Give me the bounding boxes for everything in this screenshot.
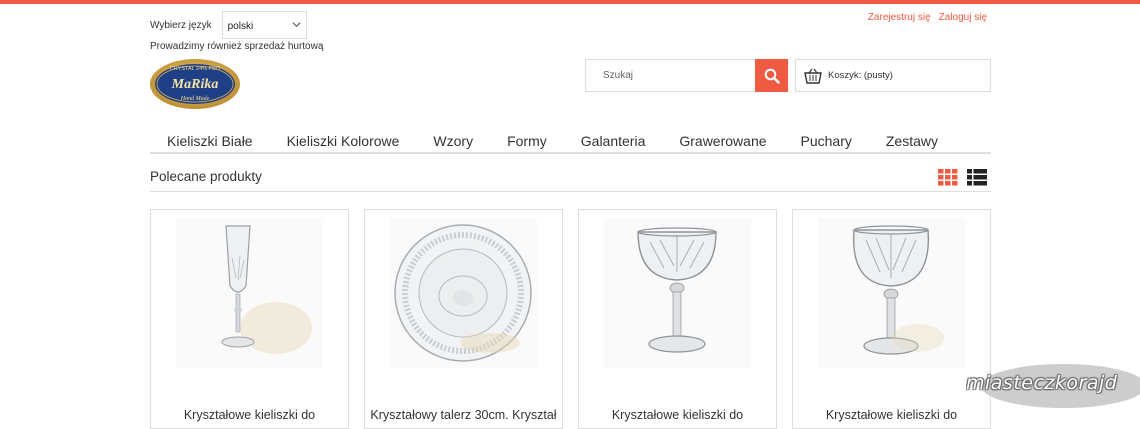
wholesale-info: Prowadzimy również sprzedaż hurtową	[150, 41, 324, 52]
product-card[interactable]: Kryształowe kieliszki do	[150, 209, 349, 429]
language-selector-row: Wybierz język polski	[150, 11, 307, 39]
cart-label: Koszyk: (pusty)	[828, 70, 893, 81]
product-title[interactable]: Kryształowe kieliszki do	[579, 408, 776, 422]
logo-brand: MaRika	[171, 77, 219, 92]
product-title[interactable]: Kryształowe kieliszki do	[793, 408, 990, 422]
product-image-champagne-flute[interactable]	[176, 218, 323, 368]
section-title: Polecane produkty	[150, 169, 262, 184]
cart-button[interactable]: Koszyk: (pusty)	[795, 59, 991, 92]
account-links: Zarejestruj się Zaloguj się	[868, 12, 987, 23]
basket-icon	[804, 68, 822, 84]
register-link[interactable]: Zarejestruj się	[868, 12, 931, 23]
watermark-text: miasteczkorajd	[966, 372, 1118, 394]
language-label: Wybierz język	[150, 19, 212, 31]
list-view-icon[interactable]	[967, 169, 987, 186]
search-box	[585, 59, 788, 92]
product-image-crystal-plate[interactable]	[390, 218, 537, 368]
nav-item-zestawy[interactable]: Zestawy	[869, 128, 955, 152]
site-logo[interactable]: CRYSTAL 24% PBO MaRika Hand Made	[149, 58, 241, 110]
product-image-coupe-glass[interactable]	[818, 218, 965, 368]
product-image-coupe-glass[interactable]	[604, 218, 751, 368]
product-card[interactable]: Kryształowe kieliszki do	[792, 209, 991, 429]
nav-item-galanteria[interactable]: Galanteria	[564, 128, 663, 152]
nav-item-kieliszki-biale[interactable]: Kieliszki Białe	[150, 128, 270, 152]
product-title[interactable]: Kryształowe kieliszki do	[151, 408, 348, 422]
logo-bottom-text: Hand Made	[180, 96, 210, 102]
product-card[interactable]: Kryształowy talerz 30cm. Kryształ	[364, 209, 563, 429]
grid-view-icon[interactable]	[938, 169, 958, 186]
nav-item-puchary[interactable]: Puchary	[784, 128, 869, 152]
search-button[interactable]	[755, 59, 788, 92]
chevron-down-icon	[292, 22, 301, 28]
logo-top-text: CRYSTAL 24% PBO	[170, 66, 221, 72]
nav-item-kieliszki-kolorowe[interactable]: Kieliszki Kolorowe	[270, 128, 417, 152]
search-icon	[764, 68, 780, 84]
product-grid: Kryształowe kieliszki do Kryształowy tal…	[150, 209, 991, 429]
featured-section-header: Polecane produkty	[150, 165, 991, 192]
login-link[interactable]: Zaloguj się	[939, 12, 987, 23]
language-value: polski	[227, 21, 254, 32]
language-select[interactable]: polski	[221, 11, 307, 39]
product-card[interactable]: Kryształowe kieliszki do	[578, 209, 777, 429]
search-input[interactable]	[586, 60, 755, 91]
nav-item-grawerowane[interactable]: Grawerowane	[662, 128, 783, 152]
nav-item-wzory[interactable]: Wzory	[416, 128, 490, 152]
nav-item-formy[interactable]: Formy	[490, 128, 564, 152]
product-title[interactable]: Kryształowy talerz 30cm. Kryształ	[365, 408, 562, 422]
main-navigation: Kieliszki Białe Kieliszki Kolorowe Wzory…	[150, 128, 991, 154]
top-accent-bar	[0, 0, 1140, 4]
